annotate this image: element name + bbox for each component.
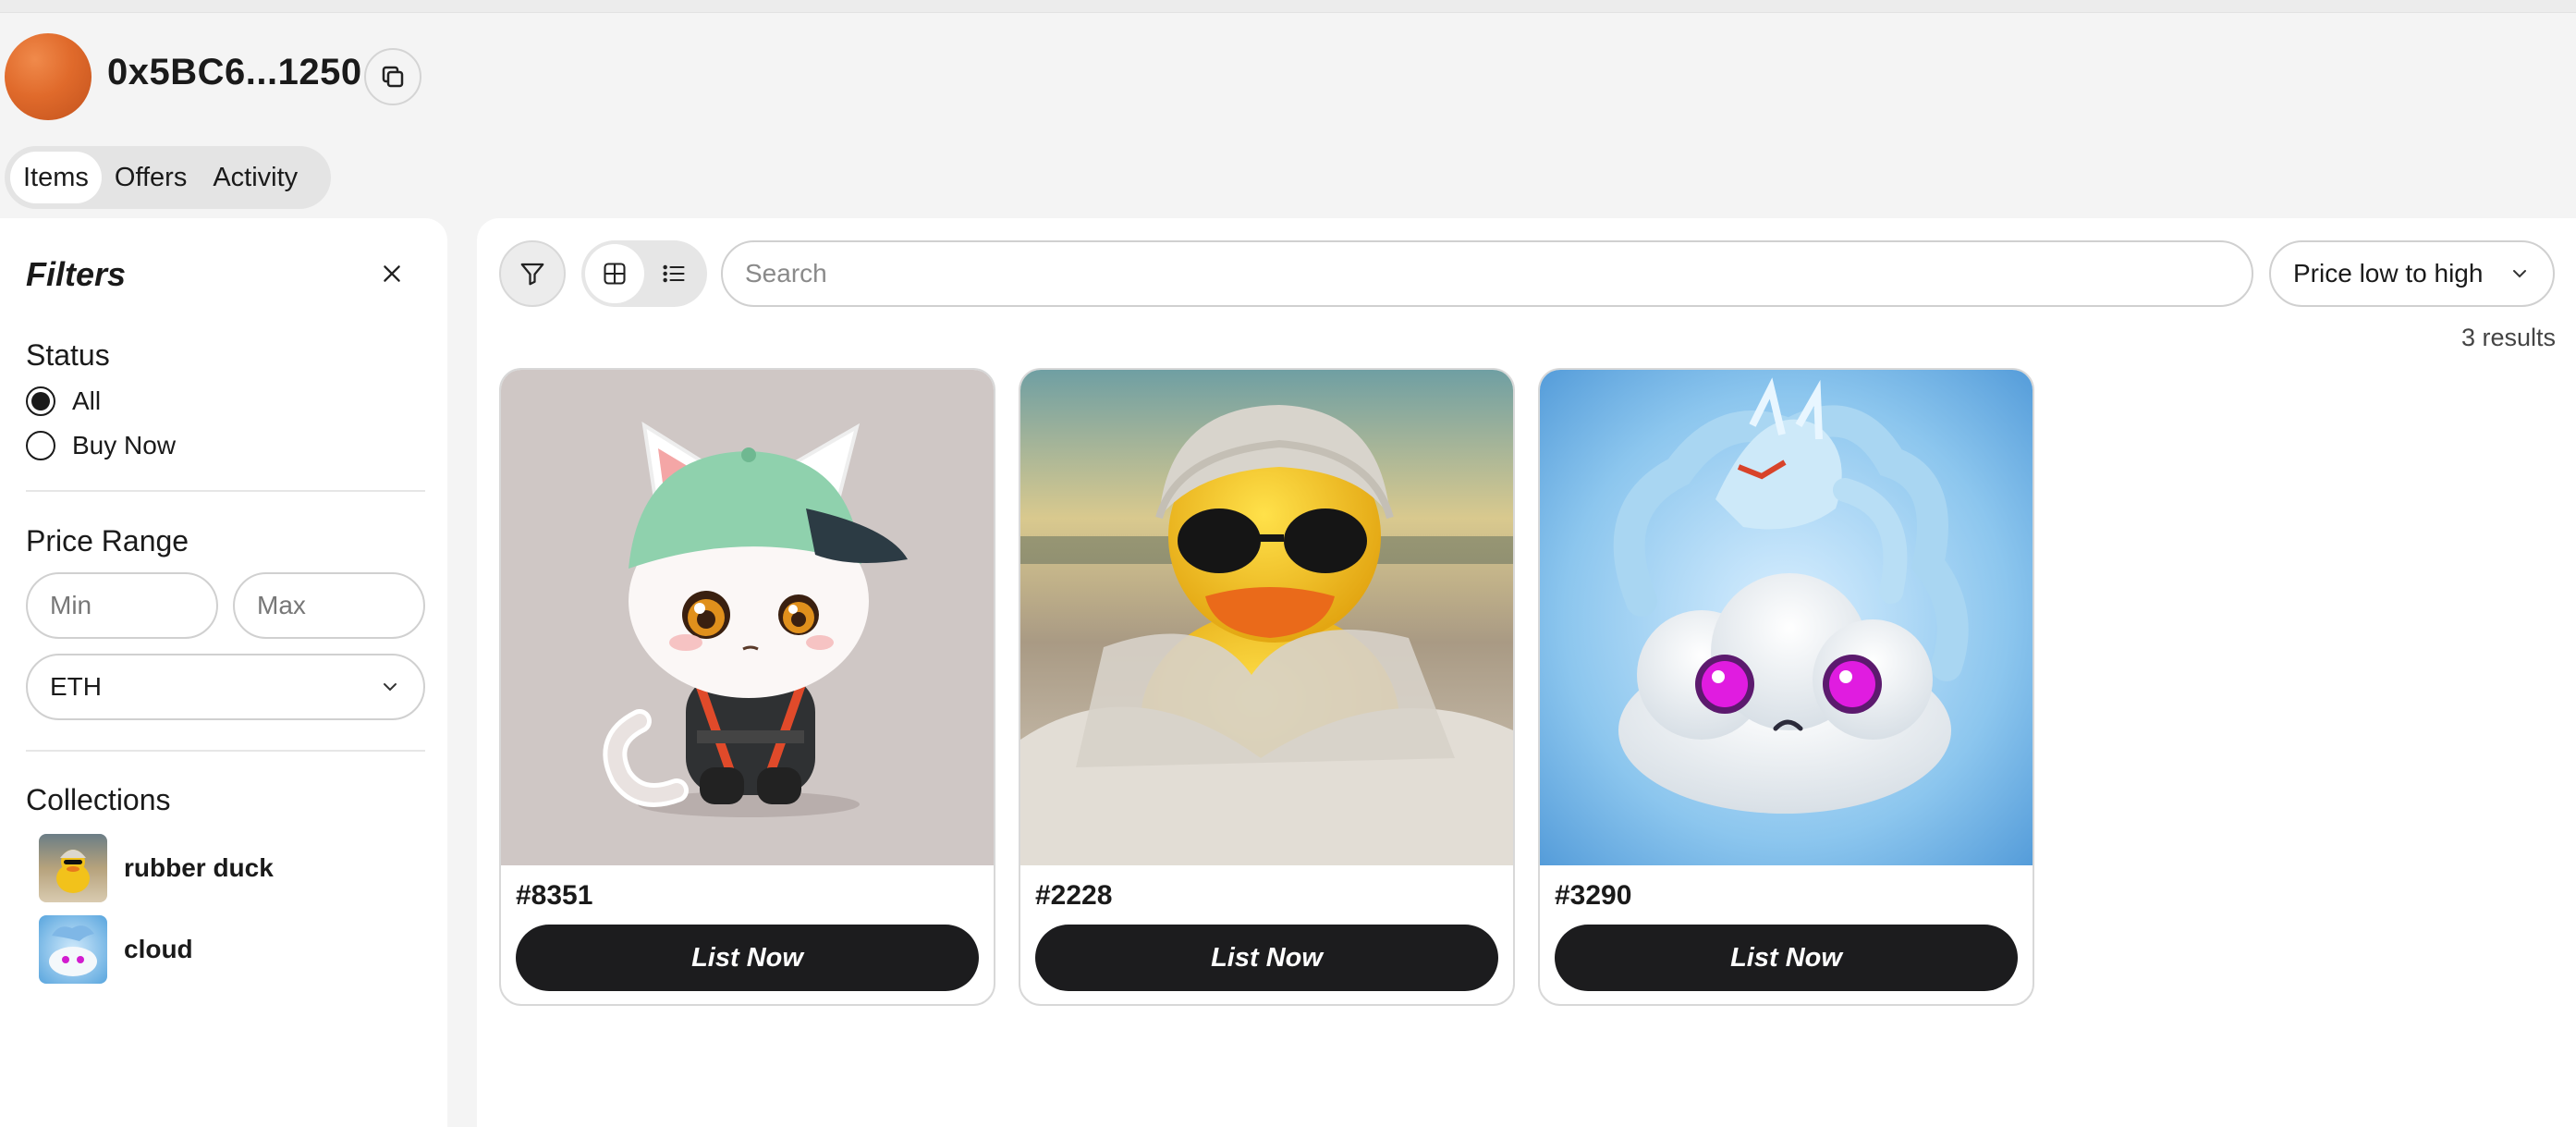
status-option-label: Buy Now — [72, 431, 177, 459]
collection-item-rubber-duck[interactable]: rubber duck — [39, 834, 274, 902]
item-image-cat — [501, 370, 994, 865]
rubber-duck-thumbnail — [39, 834, 107, 902]
search-input[interactable] — [721, 240, 2253, 307]
filters-title: Filters — [26, 255, 127, 293]
results-count: 3 results — [2460, 324, 2556, 351]
tab-activity[interactable]: Activity — [200, 152, 311, 203]
status-heading: Status — [26, 338, 110, 372]
grid-icon — [604, 263, 626, 285]
chevron-down-icon — [384, 683, 397, 692]
item-card[interactable]: #8351 List Now — [499, 368, 995, 1006]
status-option-label: All — [72, 386, 102, 415]
list-icon — [663, 264, 685, 283]
copy-address-button[interactable] — [364, 48, 421, 105]
item-image-duck — [1020, 370, 1513, 865]
sort-value: Price low to high — [2293, 259, 2484, 288]
list-view-button[interactable] — [644, 244, 703, 303]
price-min-input[interactable] — [26, 572, 218, 639]
item-id: #3290 — [1555, 880, 1632, 911]
item-card[interactable]: #2228 List Now — [1019, 368, 1515, 1006]
avatar — [5, 33, 92, 120]
currency-select[interactable]: ETH — [26, 654, 425, 720]
sort-select[interactable]: Price low to high — [2269, 240, 2555, 307]
price-range-heading: Price Range — [26, 524, 189, 557]
radio-buy-now[interactable] — [26, 431, 55, 460]
divider — [26, 490, 425, 492]
item-id: #2228 — [1035, 880, 1113, 911]
cloud-thumbnail — [39, 915, 107, 984]
status-option-buy-now[interactable]: Buy Now — [26, 431, 176, 460]
status-option-all[interactable]: All — [26, 386, 101, 416]
close-filters-button[interactable] — [373, 255, 410, 292]
collection-name: cloud — [124, 935, 193, 963]
filter-icon — [520, 263, 544, 286]
tab-offers[interactable]: Offers — [102, 152, 200, 203]
copy-icon — [382, 66, 404, 88]
collections-heading: Collections — [26, 783, 171, 816]
view-toggle — [581, 240, 707, 307]
chevron-down-icon — [2513, 270, 2526, 278]
divider — [26, 750, 425, 752]
top-strip — [0, 0, 2576, 13]
close-icon — [384, 265, 400, 282]
item-id: #8351 — [516, 880, 593, 911]
profile-tabs: Items Offers Activity — [5, 146, 331, 209]
collection-name: rubber duck — [124, 853, 274, 882]
list-now-button[interactable]: List Now — [1035, 925, 1498, 991]
filter-toggle-button[interactable] — [499, 240, 566, 307]
radio-all[interactable] — [26, 386, 55, 416]
collection-item-cloud[interactable]: cloud — [39, 915, 193, 984]
list-now-button[interactable]: List Now — [516, 925, 979, 991]
item-image-cloud — [1540, 370, 2033, 865]
price-max-input[interactable] — [233, 572, 425, 639]
item-card[interactable]: #3290 List Now — [1538, 368, 2034, 1006]
currency-value: ETH — [50, 672, 102, 701]
list-now-button[interactable]: List Now — [1555, 925, 2018, 991]
wallet-address: 0x5BC6...1250 — [107, 52, 362, 92]
grid-view-button[interactable] — [585, 244, 644, 303]
tab-items[interactable]: Items — [10, 152, 102, 203]
